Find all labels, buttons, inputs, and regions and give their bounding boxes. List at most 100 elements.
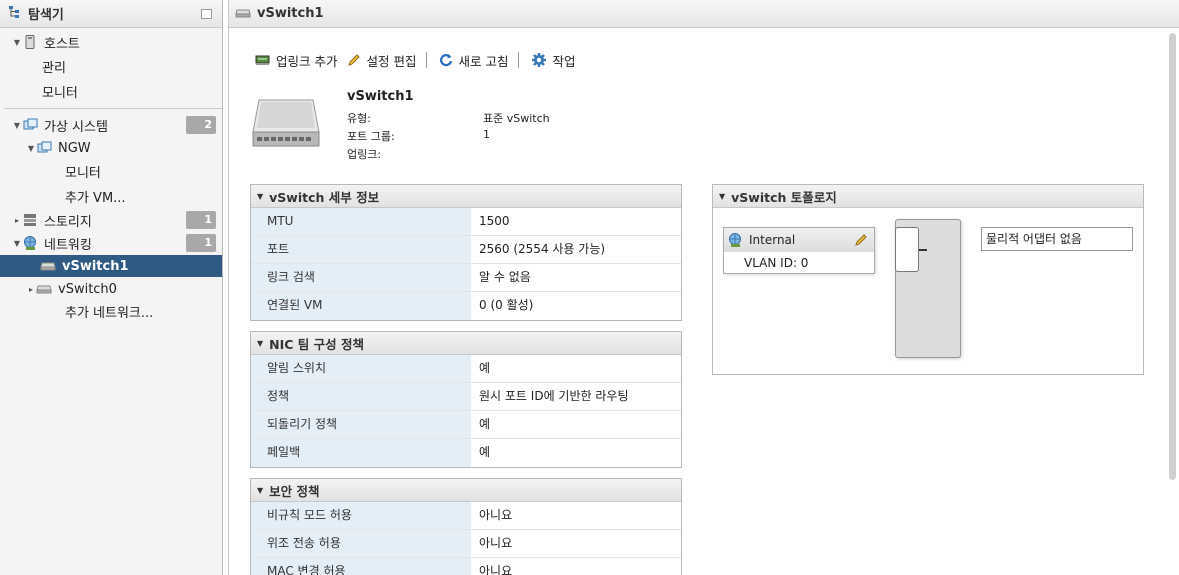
panel-title: 보안 정책 [269, 483, 320, 499]
property-value: 예 [479, 417, 491, 431]
host-icon [22, 35, 38, 49]
tree-item-ngw[interactable]: ▼ NGW [0, 137, 222, 159]
expand-caret-icon[interactable]: ▸ [26, 285, 36, 294]
type-value: 표준 vSwitch [483, 112, 550, 125]
expand-caret-icon[interactable]: ▼ [12, 38, 22, 47]
property-value: 알 수 없음 [479, 270, 531, 284]
tree-item-label: NGW [58, 140, 91, 156]
panel-title: vSwitch 세부 정보 [269, 189, 380, 205]
nic-teaming-panel: ▼ NIC 팀 구성 정책 알림 스위치 예 정책 원시 포트 ID에 기반한 라우… [250, 331, 682, 468]
tree-item-host[interactable]: ▼ 호스트 [0, 31, 222, 53]
tree-item-label: 스토리지 [44, 214, 92, 230]
refresh-label: 새로 고침 [458, 53, 509, 69]
portgroups-label: 포트 그룹: [347, 130, 395, 143]
storage-icon [22, 213, 38, 227]
tree-item-vswitch1[interactable]: vSwitch1 [0, 255, 222, 277]
tree-item-label: 가상 시스템 [44, 119, 108, 135]
property-key: 포트 [251, 236, 471, 263]
add-uplink-button[interactable]: 업링크 추가 [255, 51, 337, 70]
expand-caret-icon[interactable]: ▸ [12, 216, 22, 225]
tree-item-label: 모니터 [42, 85, 78, 101]
property-row: 비규칙 모드 허용 아니요 [251, 502, 681, 530]
vswitch-name: vSwitch1 [347, 89, 414, 104]
toolbar: 업링크 추가 설정 편집 새로 고침 작업 [255, 50, 585, 70]
tree-item-monitor[interactable]: 모니터 [0, 80, 222, 102]
property-key: 알림 스위치 [251, 355, 471, 382]
edit-settings-button[interactable]: 설정 편집 [347, 51, 416, 70]
property-value: 예 [479, 445, 491, 459]
tree-item-ngw-monitor[interactable]: 모니터 [0, 160, 222, 182]
nic-teaming-header[interactable]: ▼ NIC 팀 구성 정책 [251, 332, 681, 355]
vswitch-details-panel: ▼ vSwitch 세부 정보 MTU 1500 포트 2560 (2554 사용 … [250, 184, 682, 321]
collapse-triangle-icon[interactable]: ▼ [257, 339, 263, 348]
pencil-icon[interactable] [854, 233, 868, 247]
collapse-triangle-icon[interactable]: ▼ [257, 486, 263, 495]
property-row: 되돌리기 정책 예 [251, 411, 681, 439]
network-globe-icon [22, 236, 38, 250]
tree-item-label: 호스트 [44, 36, 80, 52]
expand-caret-icon[interactable]: ▼ [12, 239, 22, 248]
property-value: 0 (0 활성) [479, 298, 534, 312]
expand-caret-icon[interactable]: ▼ [12, 121, 22, 130]
property-row: 링크 검색 알 수 없음 [251, 264, 681, 292]
switch-icon [235, 7, 251, 21]
uplinks-label: 업링크: [347, 148, 382, 161]
vertical-scrollbar[interactable] [1169, 33, 1176, 480]
property-key: 페일백 [251, 439, 471, 467]
divider [4, 108, 222, 109]
collapse-triangle-icon[interactable]: ▼ [257, 192, 263, 201]
actions-button[interactable]: 작업 [531, 51, 575, 70]
vswitch-topology-header[interactable]: ▼ vSwitch 토폴로지 [713, 185, 1143, 208]
refresh-button[interactable]: 새로 고침 [439, 51, 508, 70]
pencil-icon [347, 53, 361, 67]
portgroup-header: Internal [724, 228, 874, 252]
tree-item-label: vSwitch1 [62, 258, 129, 274]
tree-item-manage[interactable]: 관리 [0, 55, 222, 77]
property-key: 비규칙 모드 허용 [251, 502, 471, 529]
tree-item-vswitch0[interactable]: ▸ vSwitch0 [0, 278, 222, 300]
security-policy-header[interactable]: ▼ 보안 정책 [251, 479, 681, 502]
property-value: 2560 (2554 사용 가능) [479, 242, 606, 256]
collapse-triangle-icon[interactable]: ▼ [719, 192, 725, 201]
tree-item-label: 모니터 [65, 165, 101, 181]
navigator-icon [8, 5, 22, 22]
property-row: MTU 1500 [251, 208, 681, 236]
property-row: 페일백 예 [251, 439, 681, 467]
panel-title: vSwitch 토폴로지 [731, 189, 837, 205]
main-header: vSwitch1 [229, 0, 1179, 28]
main-panel: vSwitch1 업링크 추가 설정 편집 새로 고침 작업 vSwitch1 … [228, 0, 1179, 575]
property-row: 알림 스위치 예 [251, 355, 681, 383]
gear-icon [531, 52, 547, 68]
vswitch-details-header[interactable]: ▼ vSwitch 세부 정보 [251, 185, 681, 208]
topology-portgroup[interactable]: Internal VLAN ID: 0 [723, 227, 875, 274]
property-value: 원시 포트 ID에 기반한 라우팅 [479, 389, 629, 403]
property-row: MAC 변경 허용 아니요 [251, 558, 681, 575]
count-badge: 2 [186, 116, 216, 134]
vswitch-topology-panel: ▼ vSwitch 토폴로지 Internal VLAN ID: 0 물리적 어… [712, 184, 1144, 375]
expand-caret-icon[interactable]: ▼ [26, 144, 36, 153]
property-row: 위조 전송 허용 아니요 [251, 530, 681, 558]
tree-item-label: 네트워킹 [44, 237, 92, 253]
property-value: 예 [479, 361, 491, 375]
collapse-navigator-icon[interactable] [201, 9, 212, 19]
tree-item-networking[interactable]: ▼ 네트워킹 1 [0, 232, 222, 254]
tree-item-more-vms[interactable]: 추가 VM... [0, 185, 222, 207]
property-row: 포트 2560 (2554 사용 가능) [251, 236, 681, 264]
tree-item-label: vSwitch0 [58, 281, 117, 297]
topology-physical-adapter: 물리적 어댑터 없음 [981, 227, 1133, 251]
security-policy-panel: ▼ 보안 정책 비규칙 모드 허용 아니요 위조 전송 허용 아니요 MAC 변경 … [250, 478, 682, 575]
topology-switch-port [895, 227, 919, 272]
property-key: 링크 검색 [251, 264, 471, 291]
toolbar-separator [426, 52, 428, 68]
tree-item-virtual-machines[interactable]: ▼ 가상 시스템 2 [0, 114, 222, 136]
tree-item-storage[interactable]: ▸ 스토리지 1 [0, 209, 222, 231]
property-key: MAC 변경 허용 [251, 558, 471, 575]
property-row: 정책 원시 포트 ID에 기반한 라우팅 [251, 383, 681, 411]
property-value: 아니요 [479, 564, 513, 575]
property-row: 연결된 VM 0 (0 활성) [251, 292, 681, 320]
property-key: 정책 [251, 383, 471, 410]
page-title: vSwitch1 [257, 6, 324, 21]
tree-item-more-networks[interactable]: 추가 네트워크... [0, 300, 222, 322]
property-value: 1500 [479, 214, 510, 228]
navigator-header: 탐색기 [0, 0, 222, 28]
